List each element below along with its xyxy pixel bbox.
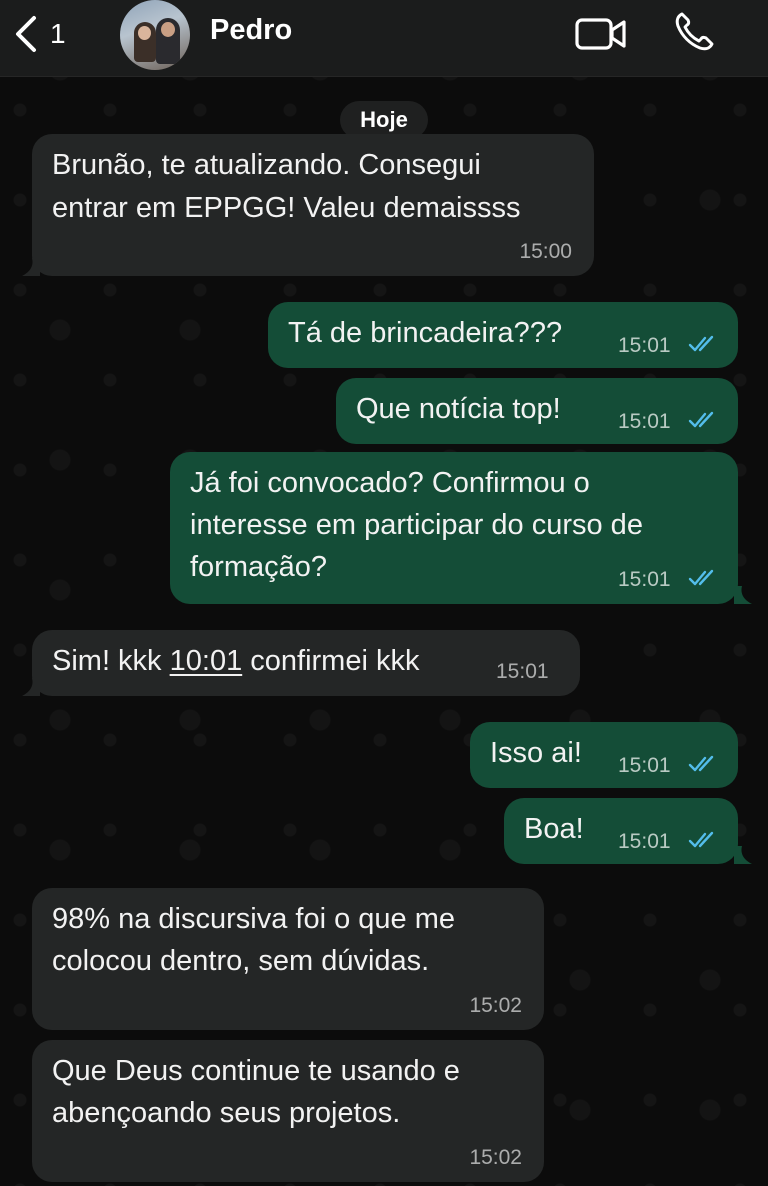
phone-icon[interactable] bbox=[672, 10, 716, 54]
message-bubble-outgoing[interactable]: Isso ai! 15:01 bbox=[470, 722, 738, 788]
message-text: Sim! kkk 10:01 confirmei kkk bbox=[52, 640, 419, 683]
message-time: 15:01 bbox=[618, 410, 671, 433]
message-text-part: confirmei kkk bbox=[242, 645, 420, 677]
message-time: 15:01 bbox=[618, 754, 671, 777]
message-bubble-incoming[interactable]: 98% na discursiva foi o que me colocou d… bbox=[32, 888, 544, 1030]
message-time: 15:00 bbox=[519, 240, 572, 263]
bubble-tail bbox=[734, 586, 752, 604]
video-camera-icon[interactable] bbox=[574, 14, 628, 54]
message-bubble-incoming[interactable]: Que Deus continue te usando e abençoando… bbox=[32, 1040, 544, 1182]
message-text: interesse em participar do curso de bbox=[190, 509, 643, 541]
chat-screen: 1 Pedro Hoje Brunão, te atualizando. Con… bbox=[0, 0, 768, 1186]
avatar[interactable] bbox=[120, 0, 190, 70]
back-button[interactable]: 1 bbox=[12, 12, 66, 56]
message-text: 98% na discursiva foi o que me bbox=[52, 903, 455, 935]
chat-header: 1 Pedro bbox=[0, 0, 768, 77]
message-time: 15:02 bbox=[469, 1146, 522, 1169]
contact-name[interactable]: Pedro bbox=[210, 14, 292, 47]
message-bubble-outgoing[interactable]: Tá de brincadeira??? 15:01 bbox=[268, 302, 738, 368]
chevron-left-icon bbox=[16, 16, 36, 52]
message-text: abençoando seus projetos. bbox=[52, 1097, 401, 1129]
message-bubble-incoming[interactable]: Brunão, te atualizando. Consegui entrar … bbox=[32, 134, 594, 276]
message-bubble-incoming[interactable]: Sim! kkk 10:01 confirmei kkk 15:01 bbox=[32, 630, 580, 696]
bubble-tail bbox=[22, 258, 40, 276]
message-text: Brunão, te atualizando. Consegui bbox=[52, 149, 481, 181]
message-text: Tá de brincadeira??? bbox=[288, 317, 563, 349]
time-link[interactable]: 10:01 bbox=[170, 645, 243, 677]
unread-count: 1 bbox=[50, 18, 66, 49]
message-text: formação? bbox=[190, 551, 328, 583]
double-check-icon bbox=[688, 755, 714, 772]
message-text: Boa! bbox=[524, 813, 584, 845]
message-text: entrar em EPPGG! Valeu demaissss bbox=[52, 192, 521, 224]
message-time: 15:01 bbox=[618, 334, 671, 357]
message-text: Isso ai! bbox=[490, 737, 582, 769]
double-check-icon bbox=[688, 335, 714, 352]
message-text: Que Deus continue te usando e bbox=[52, 1055, 460, 1087]
message-text-part: Sim! kkk bbox=[52, 645, 170, 677]
double-check-icon bbox=[688, 831, 714, 848]
message-time: 15:02 bbox=[469, 994, 522, 1017]
message-text: Já foi convocado? Confirmou o bbox=[190, 467, 590, 499]
message-bubble-outgoing[interactable]: Já foi convocado? Confirmou o interesse … bbox=[170, 452, 738, 604]
message-text: Que notícia top! bbox=[356, 393, 561, 425]
double-check-icon bbox=[688, 569, 714, 586]
message-time: 15:01 bbox=[618, 830, 671, 853]
message-bubble-outgoing[interactable]: Boa! 15:01 bbox=[504, 798, 738, 864]
bubble-tail bbox=[734, 846, 752, 864]
message-bubble-outgoing[interactable]: Que notícia top! 15:01 bbox=[336, 378, 738, 444]
double-check-icon bbox=[688, 411, 714, 428]
message-text: colocou dentro, sem dúvidas. bbox=[52, 945, 430, 977]
bubble-tail bbox=[22, 678, 40, 696]
message-time: 15:01 bbox=[496, 660, 549, 683]
message-time: 15:01 bbox=[618, 568, 671, 591]
